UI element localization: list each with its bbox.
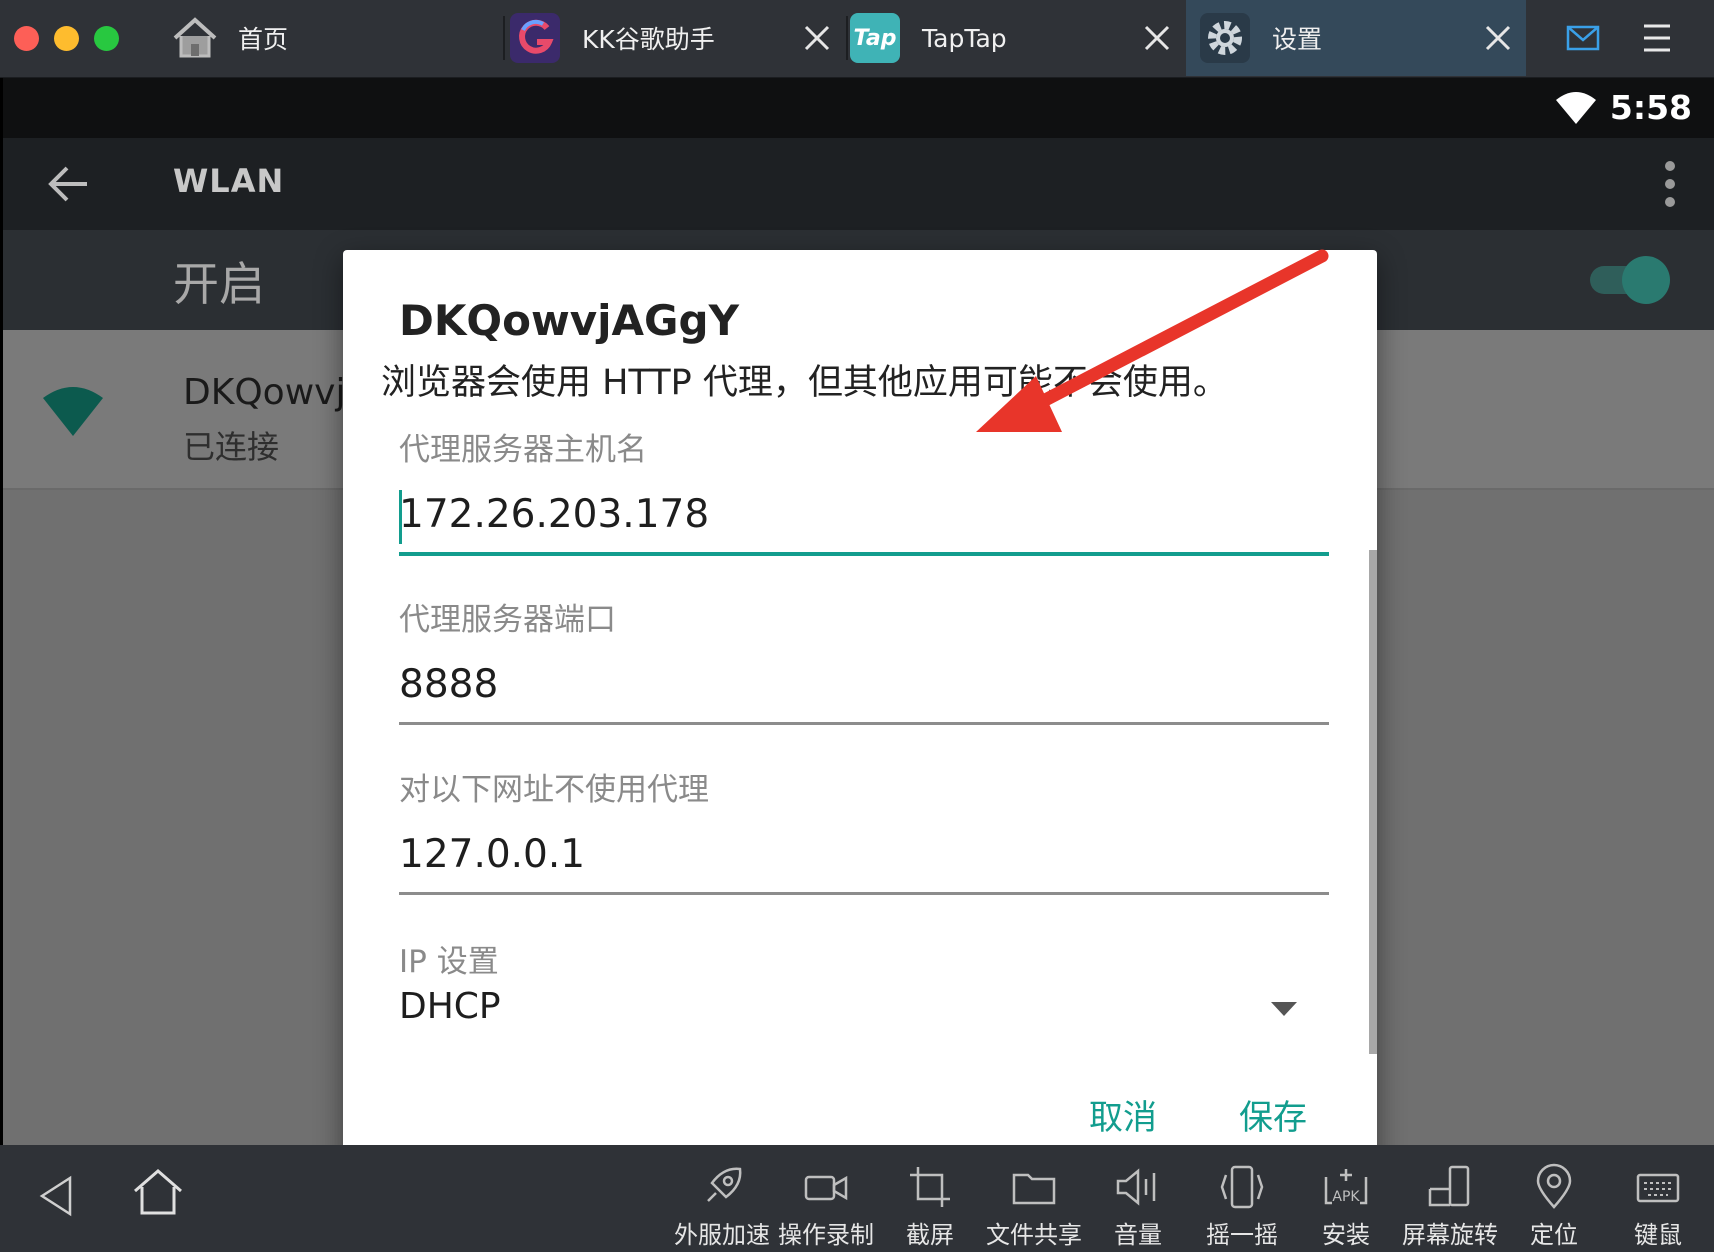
gear-icon xyxy=(1200,13,1250,63)
taptap-app-icon: Tap xyxy=(850,13,900,63)
proxy-port-underline xyxy=(399,722,1329,725)
dropdown-arrow-icon[interactable] xyxy=(1271,1002,1297,1016)
proxy-bypass-underline xyxy=(399,892,1329,895)
toolbar-label: 外服加速 xyxy=(674,1221,770,1249)
hamburger-menu-icon[interactable] xyxy=(1642,22,1672,54)
proxy-port-label: 代理服务器端口 xyxy=(399,602,616,638)
dialog-title: DKQowvjAGgY xyxy=(399,296,739,345)
save-button[interactable]: 保存 xyxy=(1239,1090,1307,1139)
toolbar-accelerate[interactable]: 外服加速 xyxy=(670,1145,774,1252)
video-camera-icon xyxy=(804,1175,848,1201)
android-screen: 5:58 WLAN 开启 DKQowvj 已连接 DKQowvjAGgY 浏览器… xyxy=(3,78,1714,1145)
tab-divider xyxy=(503,16,505,60)
network-name: DKQowvj xyxy=(183,372,346,413)
rotate-screen-icon xyxy=(1428,1165,1470,1207)
toolbar-label: 安装 xyxy=(1322,1221,1370,1249)
wifi-signal-icon xyxy=(1556,92,1596,124)
taptap-icon-text: Tap xyxy=(853,25,897,51)
folder-icon xyxy=(1012,1173,1056,1205)
cancel-button[interactable]: 取消 xyxy=(1089,1090,1157,1139)
toolbar-label: 定位 xyxy=(1530,1221,1578,1249)
toolbar-label: 操作录制 xyxy=(778,1221,874,1249)
apk-install-icon: APK xyxy=(1324,1169,1368,1205)
rocket-icon xyxy=(707,1167,742,1202)
proxy-bypass-label: 对以下网址不使用代理 xyxy=(399,772,709,808)
toolbar-keyboard-mouse[interactable]: 键鼠 xyxy=(1606,1145,1710,1252)
wlan-switch-label: 开启 xyxy=(173,257,265,311)
home-icon xyxy=(170,13,220,63)
close-icon[interactable] xyxy=(801,22,833,54)
ip-settings-label: IP 设置 xyxy=(399,944,499,980)
toolbar-location[interactable]: 定位 xyxy=(1502,1145,1606,1252)
dialog-scrollbar[interactable] xyxy=(1369,550,1377,1054)
toolbar-shake[interactable]: 摇一摇 xyxy=(1190,1145,1294,1252)
tab-home[interactable]: 首页 xyxy=(170,0,500,76)
close-icon[interactable] xyxy=(1482,22,1514,54)
toolbar-record[interactable]: 操作录制 xyxy=(774,1145,878,1252)
ip-settings-select[interactable]: DHCP xyxy=(399,986,501,1027)
tab-divider xyxy=(846,16,848,60)
toolbar-label: 文件共享 xyxy=(986,1221,1082,1249)
toolbar-install-apk[interactable]: APK 安装 xyxy=(1294,1145,1398,1252)
location-pin-icon xyxy=(1536,1163,1572,1209)
proxy-port-input[interactable]: 8888 xyxy=(399,662,498,707)
proxy-bypass-input[interactable]: 127.0.0.1 xyxy=(399,832,585,877)
keyboard-icon xyxy=(1636,1173,1680,1203)
toolbar-volume[interactable]: 音量 xyxy=(1086,1145,1190,1252)
tab-settings[interactable]: 设置 xyxy=(1186,0,1526,76)
kk-google-app-icon xyxy=(510,13,560,63)
emulator-tab-bar: 首页 KK谷歌助手 Tap TapTap 设置 xyxy=(0,0,1714,78)
page-title: WLAN xyxy=(173,162,285,200)
android-back-icon[interactable] xyxy=(38,1175,74,1217)
window-minimize-button[interactable] xyxy=(54,26,79,51)
toolbar-label: 键鼠 xyxy=(1634,1221,1682,1249)
toolbar-label: 截屏 xyxy=(906,1221,954,1249)
tab-taptap[interactable]: Tap TapTap xyxy=(850,0,1185,76)
toolbar-file-share[interactable]: 文件共享 xyxy=(982,1145,1086,1252)
toolbar-label: 音量 xyxy=(1114,1221,1162,1249)
proxy-host-underline xyxy=(399,552,1329,556)
crop-icon xyxy=(910,1167,950,1207)
dialog-message: 浏览器会使用 HTTP 代理，但其他应用可能不会使用。 xyxy=(381,363,1228,403)
volume-icon xyxy=(1116,1168,1156,1206)
toolbar-rotate-screen[interactable]: 屏幕旋转 xyxy=(1398,1145,1502,1252)
proxy-host-input[interactable]: 172.26.203.178 xyxy=(399,492,709,537)
emulator-bottom-toolbar: 外服加速 操作录制 截屏 文件共享 音量 摇一摇 APK 安装 屏幕旋转 定位 … xyxy=(0,1145,1714,1252)
apk-icon-text: APK xyxy=(1332,1189,1360,1205)
window-close-button[interactable] xyxy=(14,26,39,51)
status-bar: 5:58 xyxy=(3,78,1714,138)
tab-kk-google-helper[interactable]: KK谷歌助手 xyxy=(510,0,845,76)
wlan-toggle-thumb[interactable] xyxy=(1622,256,1670,304)
tab-label: KK谷歌助手 xyxy=(582,25,715,54)
shake-icon xyxy=(1220,1165,1264,1209)
back-arrow-icon[interactable] xyxy=(47,162,91,206)
close-icon[interactable] xyxy=(1141,22,1173,54)
tab-label: 首页 xyxy=(238,25,289,54)
mail-icon[interactable] xyxy=(1566,22,1600,54)
tab-label: 设置 xyxy=(1272,25,1323,54)
android-home-icon[interactable] xyxy=(132,1167,184,1217)
toolbar-label: 摇一摇 xyxy=(1206,1221,1278,1249)
app-bar: WLAN xyxy=(3,138,1714,230)
wifi-signal-icon xyxy=(43,387,103,436)
proxy-settings-dialog: DKQowvjAGgY 浏览器会使用 HTTP 代理，但其他应用可能不会使用。 … xyxy=(343,250,1377,1145)
more-options-icon[interactable] xyxy=(1664,160,1676,208)
status-time: 5:58 xyxy=(1609,88,1692,127)
tab-label: TapTap xyxy=(922,23,1007,53)
proxy-host-label: 代理服务器主机名 xyxy=(399,432,647,468)
toolbar-label: 屏幕旋转 xyxy=(1402,1221,1498,1249)
network-status: 已连接 xyxy=(183,428,280,466)
toolbar-screenshot[interactable]: 截屏 xyxy=(878,1145,982,1252)
window-zoom-button[interactable] xyxy=(94,26,119,51)
